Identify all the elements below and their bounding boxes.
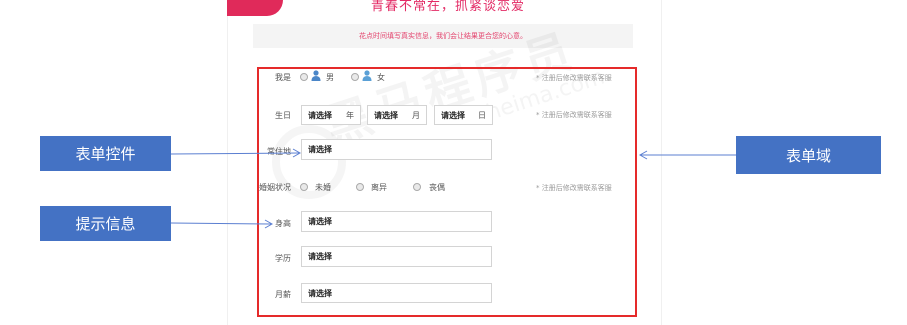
hint-info-arrow-line: [170, 222, 272, 225]
form-control-arrow-line: [170, 152, 300, 155]
annotation-arrows: [170, 148, 736, 229]
